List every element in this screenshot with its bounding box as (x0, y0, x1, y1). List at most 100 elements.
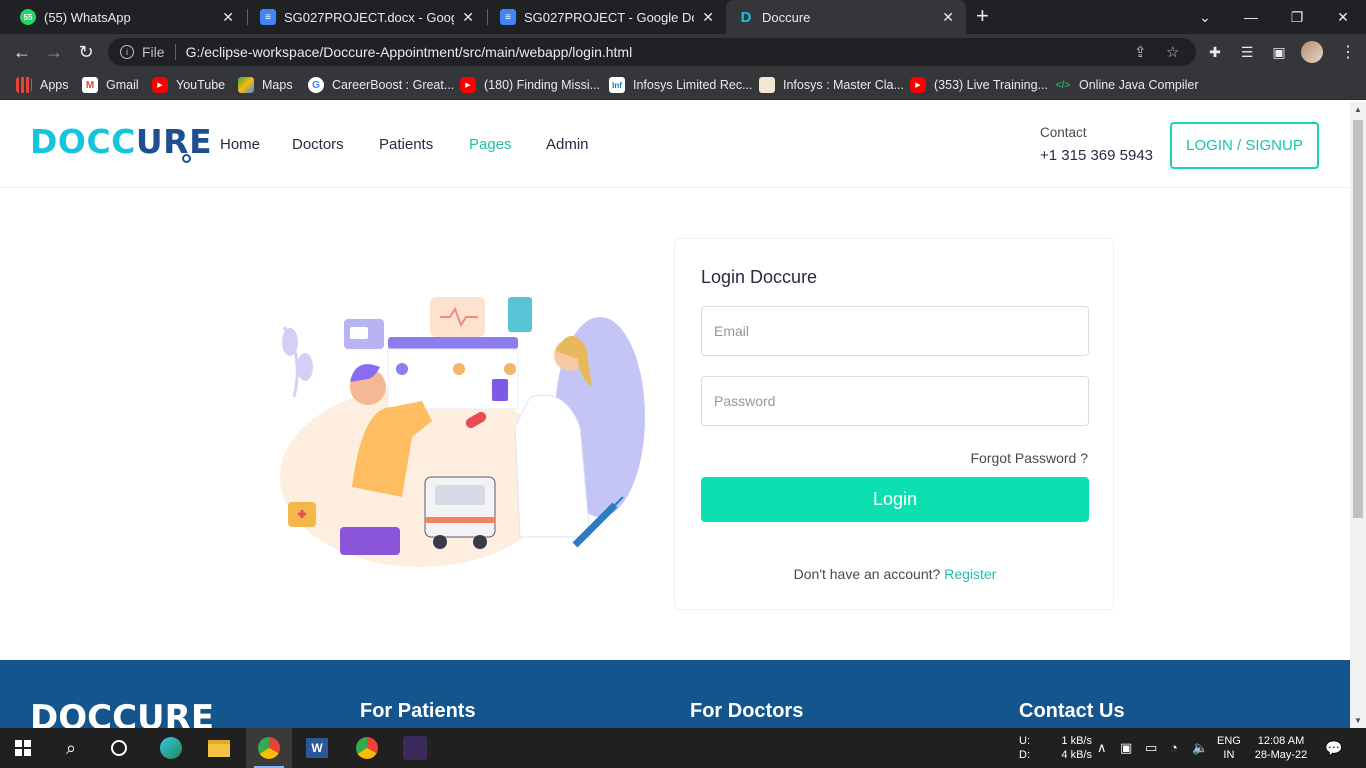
bookmark-apps[interactable]: Apps (16, 70, 69, 100)
tab-title: Doccure (762, 9, 811, 25)
bookmark-label: Infosys Limited Rec... (633, 78, 753, 92)
notification-app-icon[interactable]: ▣ (1120, 728, 1132, 768)
tab-search-icon[interactable]: ⌄ (1182, 0, 1228, 34)
address-bar[interactable]: i File G:/eclipse-workspace/Doccure-Appo… (108, 38, 1196, 66)
net-down-label: D: (1019, 749, 1030, 761)
bookmark-label: (353) Live Training... (934, 78, 1048, 92)
email-placeholder: Email (714, 323, 750, 339)
battery-icon[interactable]: ▭ (1145, 728, 1157, 768)
bookmark-label: Gmail (106, 78, 139, 92)
restore-icon[interactable]: ❐ (1274, 0, 1320, 34)
show-hidden-icons-icon[interactable]: ∧ (1097, 728, 1107, 768)
footer-heading-contact: Contact Us (1019, 700, 1125, 722)
word-icon[interactable]: W (294, 728, 340, 768)
email-input[interactable]: Email (701, 306, 1089, 356)
reload-icon[interactable]: ↻ (74, 40, 98, 64)
nav-home[interactable]: Home (220, 136, 260, 153)
bookmarks-bar: Apps M Gmail ▶ YouTube Maps G CareerBoos… (0, 70, 1366, 100)
bookmark-online-java-compiler[interactable]: </> Online Java Compiler (1055, 70, 1199, 100)
close-tab-icon[interactable]: ✕ (222, 9, 234, 26)
network-speed-values: 1 kB/s 4 kB/s (1058, 728, 1092, 768)
bookmark-infosys-recruitment[interactable]: Inf Infosys Limited Rec... (609, 70, 753, 100)
bookmark-label: YouTube (176, 78, 226, 92)
bookmark-infosys-master[interactable]: Infosys : Master Cla... (759, 70, 904, 100)
net-up-label: U: (1019, 735, 1030, 747)
tab-google-docs-1[interactable]: ≡ SG027PROJECT.docx - Google Docs ✕ (248, 0, 486, 34)
edge-icon[interactable] (148, 728, 194, 768)
page-scrollbar[interactable]: ▲ ▼ (1350, 102, 1366, 728)
bookmark-youtube[interactable]: ▶ YouTube (152, 70, 225, 100)
cortana-icon[interactable] (96, 728, 142, 768)
bookmark-finding-missing[interactable]: ▶ (180) Finding Missi... (460, 70, 600, 100)
volume-icon[interactable]: 🔈 (1192, 728, 1208, 768)
scroll-down-icon[interactable]: ▼ (1354, 716, 1362, 725)
more-menu-icon[interactable]: ⋮ (1340, 42, 1356, 62)
close-window-icon[interactable]: ✕ (1320, 0, 1366, 34)
infosys-master-icon (759, 77, 775, 93)
scroll-up-icon[interactable]: ▲ (1354, 105, 1362, 114)
apps-grid-icon (16, 77, 32, 93)
youtube-icon: ▶ (152, 77, 168, 93)
footer-logo[interactable]: DOCCURE (30, 698, 214, 728)
back-icon[interactable]: ← (10, 40, 34, 64)
chrome-taskbar-icon[interactable] (246, 728, 292, 768)
side-panel-icon[interactable]: ▣ (1269, 42, 1289, 62)
tab-google-docs-2[interactable]: ≡ SG027PROJECT - Google Docs ✕ (488, 0, 726, 34)
clock-time: 12:08 AM (1257, 735, 1305, 747)
language-indicator[interactable]: ENG IN (1217, 728, 1241, 768)
bookmark-label: Infosys : Master Cla... (783, 78, 904, 92)
app-icon[interactable] (392, 728, 438, 768)
bookmark-live-training[interactable]: ▶ (353) Live Training... (910, 70, 1048, 100)
google-icon: G (308, 77, 324, 93)
profile-avatar[interactable] (1301, 41, 1323, 63)
nav-pages[interactable]: Pages (469, 136, 512, 153)
url-text[interactable]: G:/eclipse-workspace/Doccure-Appointment… (186, 44, 633, 60)
doctor-patient-illustration (280, 297, 645, 567)
register-link[interactable]: Register (944, 566, 996, 582)
windows-start-icon[interactable] (0, 728, 46, 768)
login-signup-button[interactable]: LOGIN / SIGNUP (1170, 122, 1319, 169)
close-tab-icon[interactable]: ✕ (702, 9, 714, 26)
action-center-icon[interactable]: 💬 (1325, 728, 1342, 768)
minimize-icon[interactable]: — (1228, 0, 1274, 34)
close-tab-icon[interactable]: ✕ (942, 9, 954, 26)
bookmark-label: Online Java Compiler (1079, 78, 1199, 92)
net-down-value: 4 kB/s (1061, 749, 1092, 761)
wifi-icon[interactable]: ◔ (1170, 728, 1178, 768)
file-explorer-icon[interactable] (196, 728, 242, 768)
bookmark-careerboost[interactable]: G CareerBoost : Great... (308, 70, 454, 100)
close-tab-icon[interactable]: ✕ (462, 9, 474, 26)
chrome-profile-icon[interactable] (344, 728, 390, 768)
footer-heading-patients: For Patients (360, 700, 476, 722)
nav-doctors[interactable]: Doctors (292, 136, 344, 153)
site-info-icon[interactable]: i (120, 45, 134, 59)
nav-admin[interactable]: Admin (546, 136, 589, 153)
forward-icon[interactable]: → (42, 40, 66, 64)
tab-doccure[interactable]: D Doccure ✕ (726, 0, 966, 34)
footer-heading-doctors: For Doctors (690, 700, 804, 722)
new-tab-icon[interactable]: + (976, 4, 989, 28)
share-icon[interactable]: ⇪ (1134, 43, 1147, 61)
reading-list-icon[interactable]: ☰ (1237, 42, 1257, 62)
bookmark-gmail[interactable]: M Gmail (82, 70, 139, 100)
bookmark-star-icon[interactable]: ☆ (1166, 43, 1179, 61)
login-button[interactable]: Login (701, 477, 1089, 522)
scrollbar-thumb[interactable] (1353, 120, 1363, 518)
forgot-password-link[interactable]: Forgot Password ? (971, 450, 1089, 466)
doccure-logo[interactable]: DOCCURE (30, 122, 212, 163)
extensions-icon[interactable]: ✚ (1205, 42, 1225, 62)
windows-taskbar: ⌕ W U: D: 1 kB/s 4 kB/s ∧ ▣ ▭ ◔ 🔈 ENG IN 12… (0, 728, 1366, 768)
password-input[interactable]: Password (701, 376, 1089, 426)
bookmark-maps[interactable]: Maps (238, 70, 293, 100)
clock[interactable]: 12:08 AM 28-May-22 (1250, 728, 1312, 768)
tab-whatsapp[interactable]: 55 (55) WhatsApp ✕ (8, 0, 246, 34)
tab-title: SG027PROJECT.docx - Google Docs (284, 9, 454, 25)
search-icon[interactable]: ⌕ (48, 728, 94, 768)
clock-date: 28-May-22 (1254, 749, 1308, 761)
nav-patients[interactable]: Patients (379, 136, 433, 153)
register-prompt: Don't have an account? Register (675, 566, 1115, 582)
code-icon: </> (1055, 79, 1071, 91)
web-page: DOCCURE Home Doctors Patients Pages Admi… (0, 102, 1350, 728)
youtube-icon: ▶ (460, 77, 476, 93)
youtube-icon: ▶ (910, 77, 926, 93)
